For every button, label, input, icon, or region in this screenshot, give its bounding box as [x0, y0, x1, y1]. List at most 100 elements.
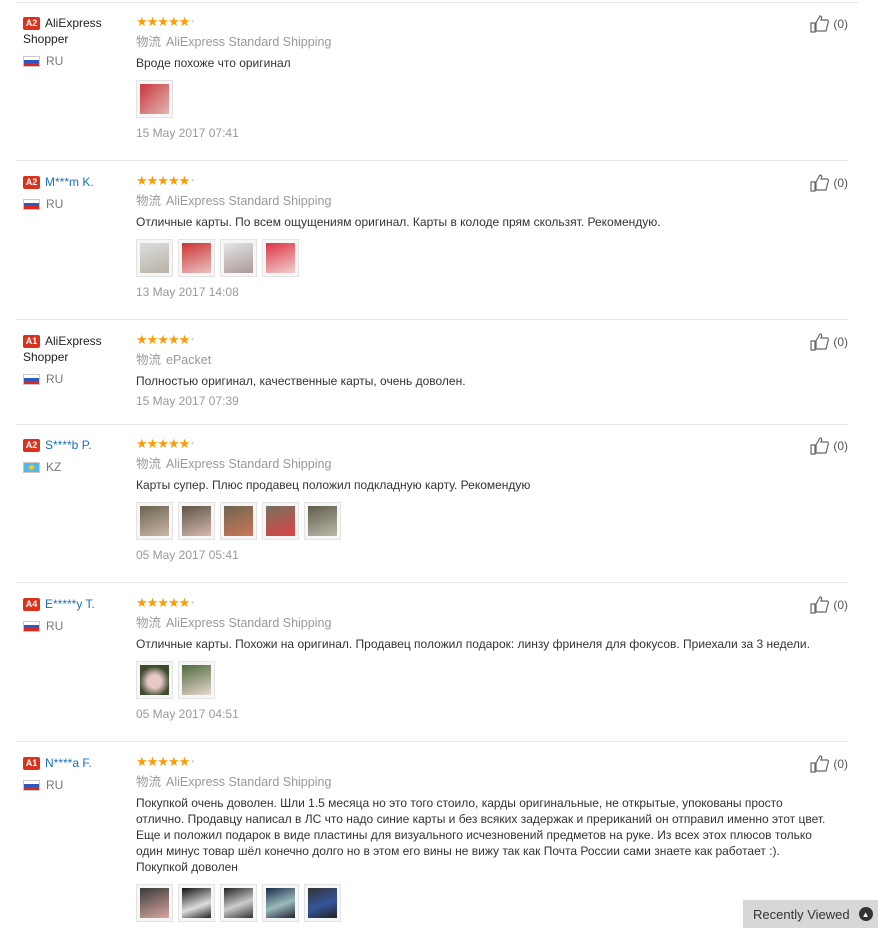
review-divider	[16, 582, 848, 583]
thumbs-up-icon	[810, 15, 830, 33]
shipping-method: 物流 ePacket	[136, 353, 212, 367]
flag-icon	[23, 55, 40, 67]
review-photo[interactable]	[304, 884, 341, 922]
shipping-method: 物流 AliExpress Standard Shipping	[136, 35, 332, 49]
shipping-method: 物流 AliExpress Standard Shipping	[136, 457, 332, 471]
buyer-level-badge: A2	[23, 439, 40, 452]
flag-icon	[23, 373, 40, 385]
buyer-level-badge: A1	[23, 757, 40, 770]
review-photos	[136, 661, 826, 699]
review-text: Вроде похоже что оригинал	[136, 56, 291, 70]
reviewer-info: A4 E*****y T. RU	[23, 596, 131, 633]
reviewer-country: RU	[23, 778, 131, 792]
review-photo[interactable]	[136, 502, 173, 540]
helpful-button[interactable]: (0)	[810, 437, 848, 455]
reviewer-country: RU	[23, 372, 131, 386]
review-date: 13 May 2017 14:08	[136, 285, 239, 299]
helpful-button[interactable]: (0)	[810, 596, 848, 614]
review-photo[interactable]	[136, 661, 173, 699]
review-content: ★★★★★ • 物流 ePacket Полностью оригинал, кач…	[136, 333, 826, 409]
review-photos	[136, 80, 826, 118]
review-photo[interactable]	[178, 884, 215, 922]
review-item: A4 E*****y T. RU ★★★★★ • 物流 AliExpress Stan…	[16, 596, 848, 742]
thumbs-up-icon	[810, 596, 830, 614]
reviewer-name[interactable]: M***m K.	[45, 175, 94, 189]
top-divider	[16, 2, 858, 3]
review-item: A2 M***m K. RU ★★★★★ • 物流 AliExpress Standa…	[16, 174, 848, 320]
review-content: ★★★★★ • 物流 AliExpress Standard Shipping По…	[136, 755, 826, 922]
flag-icon	[23, 620, 40, 632]
review-divider	[16, 741, 848, 742]
shipping-method: 物流 AliExpress Standard Shipping	[136, 616, 332, 630]
review-photo[interactable]	[262, 884, 299, 922]
review-content: ★★★★★ • 物流 AliExpress Standard Shipping Вр…	[136, 15, 826, 141]
chevron-up-icon: ▲	[858, 907, 873, 921]
review-photo[interactable]	[220, 884, 257, 922]
star-rating: ★★★★★ •	[136, 14, 194, 29]
review-date: 05 May 2017 05:41	[136, 548, 239, 562]
review-divider	[16, 424, 848, 425]
review-photo[interactable]	[304, 502, 341, 540]
reviewer-info: A2 S****b P. KZ	[23, 437, 131, 474]
review-item: A1 N****a F. RU ★★★★★ • 物流 AliExpress Stand…	[16, 755, 848, 928]
buyer-level-badge: A2	[23, 176, 40, 189]
review-photo[interactable]	[136, 80, 173, 118]
review-divider	[16, 160, 848, 161]
review-item: A2 AliExpress Shopper RU ★★★★★ • 物流 AliExpr…	[16, 15, 848, 161]
review-photo[interactable]	[136, 884, 173, 922]
buyer-level-badge: A1	[23, 335, 40, 348]
thumbs-up-icon	[810, 437, 830, 455]
recently-viewed-button[interactable]: Recently Viewed ▲	[743, 900, 878, 928]
reviewer-name[interactable]: E*****y T.	[45, 597, 95, 611]
review-photos	[136, 239, 826, 277]
reviewer-info: A1 N****a F. RU	[23, 755, 131, 792]
review-text: Отличные карты. По всем ощущениям оригин…	[136, 215, 661, 229]
review-content: ★★★★★ • 物流 AliExpress Standard Shipping От…	[136, 596, 826, 722]
review-date: 05 May 2017 04:51	[136, 707, 239, 721]
reviewer-name[interactable]: N****a F.	[45, 756, 92, 770]
helpful-button[interactable]: (0)	[810, 15, 848, 33]
flag-icon	[23, 198, 40, 210]
review-photos	[136, 884, 826, 922]
review-photo[interactable]	[220, 239, 257, 277]
buyer-level-badge: A4	[23, 598, 40, 611]
reviewer-country: RU	[23, 54, 131, 68]
flag-icon	[23, 779, 40, 791]
flag-icon	[23, 461, 40, 473]
helpful-button[interactable]: (0)	[810, 333, 848, 351]
reviewer-name[interactable]: S****b P.	[45, 438, 91, 452]
review-photo[interactable]	[178, 239, 215, 277]
review-content: ★★★★★ • 物流 AliExpress Standard Shipping От…	[136, 174, 826, 300]
review-text: Полностью оригинал, качественные карты, …	[136, 374, 466, 388]
thumbs-up-icon	[810, 174, 830, 192]
review-text: Карты супер. Плюс продавец положил подкл…	[136, 478, 531, 492]
buyer-level-badge: A2	[23, 17, 40, 30]
star-rating: ★★★★★ •	[136, 436, 194, 451]
review-photo[interactable]	[262, 239, 299, 277]
star-rating: ★★★★★ •	[136, 332, 194, 347]
reviewer-info: A2 AliExpress Shopper RU	[23, 15, 131, 68]
review-divider	[16, 319, 848, 320]
review-content: ★★★★★ • 物流 AliExpress Standard Shipping Ка…	[136, 437, 826, 563]
review-photos	[136, 502, 826, 540]
review-text: Покупкой очень доволен. Шли 1.5 месяца н…	[136, 796, 826, 874]
reviewer-country: RU	[23, 619, 131, 633]
review-item: A1 AliExpress Shopper RU ★★★★★ • 物流 ePacket…	[16, 333, 848, 425]
review-photo[interactable]	[136, 239, 173, 277]
helpful-button[interactable]: (0)	[810, 755, 848, 773]
review-text: Отличные карты. Похожи на оригинал. Прод…	[136, 637, 810, 651]
review-photo[interactable]	[178, 502, 215, 540]
review-photo[interactable]	[262, 502, 299, 540]
shipping-method: 物流 AliExpress Standard Shipping	[136, 775, 332, 789]
reviewer-country: RU	[23, 197, 131, 211]
thumbs-up-icon	[810, 333, 830, 351]
star-rating: ★★★★★ •	[136, 173, 194, 188]
review-photo[interactable]	[220, 502, 257, 540]
thumbs-up-icon	[810, 755, 830, 773]
review-photo[interactable]	[178, 661, 215, 699]
helpful-button[interactable]: (0)	[810, 174, 848, 192]
reviewer-info: A2 M***m K. RU	[23, 174, 131, 211]
review-date: 15 May 2017 07:41	[136, 126, 239, 140]
review-date: 15 May 2017 07:39	[136, 394, 239, 408]
star-rating: ★★★★★ •	[136, 595, 194, 610]
